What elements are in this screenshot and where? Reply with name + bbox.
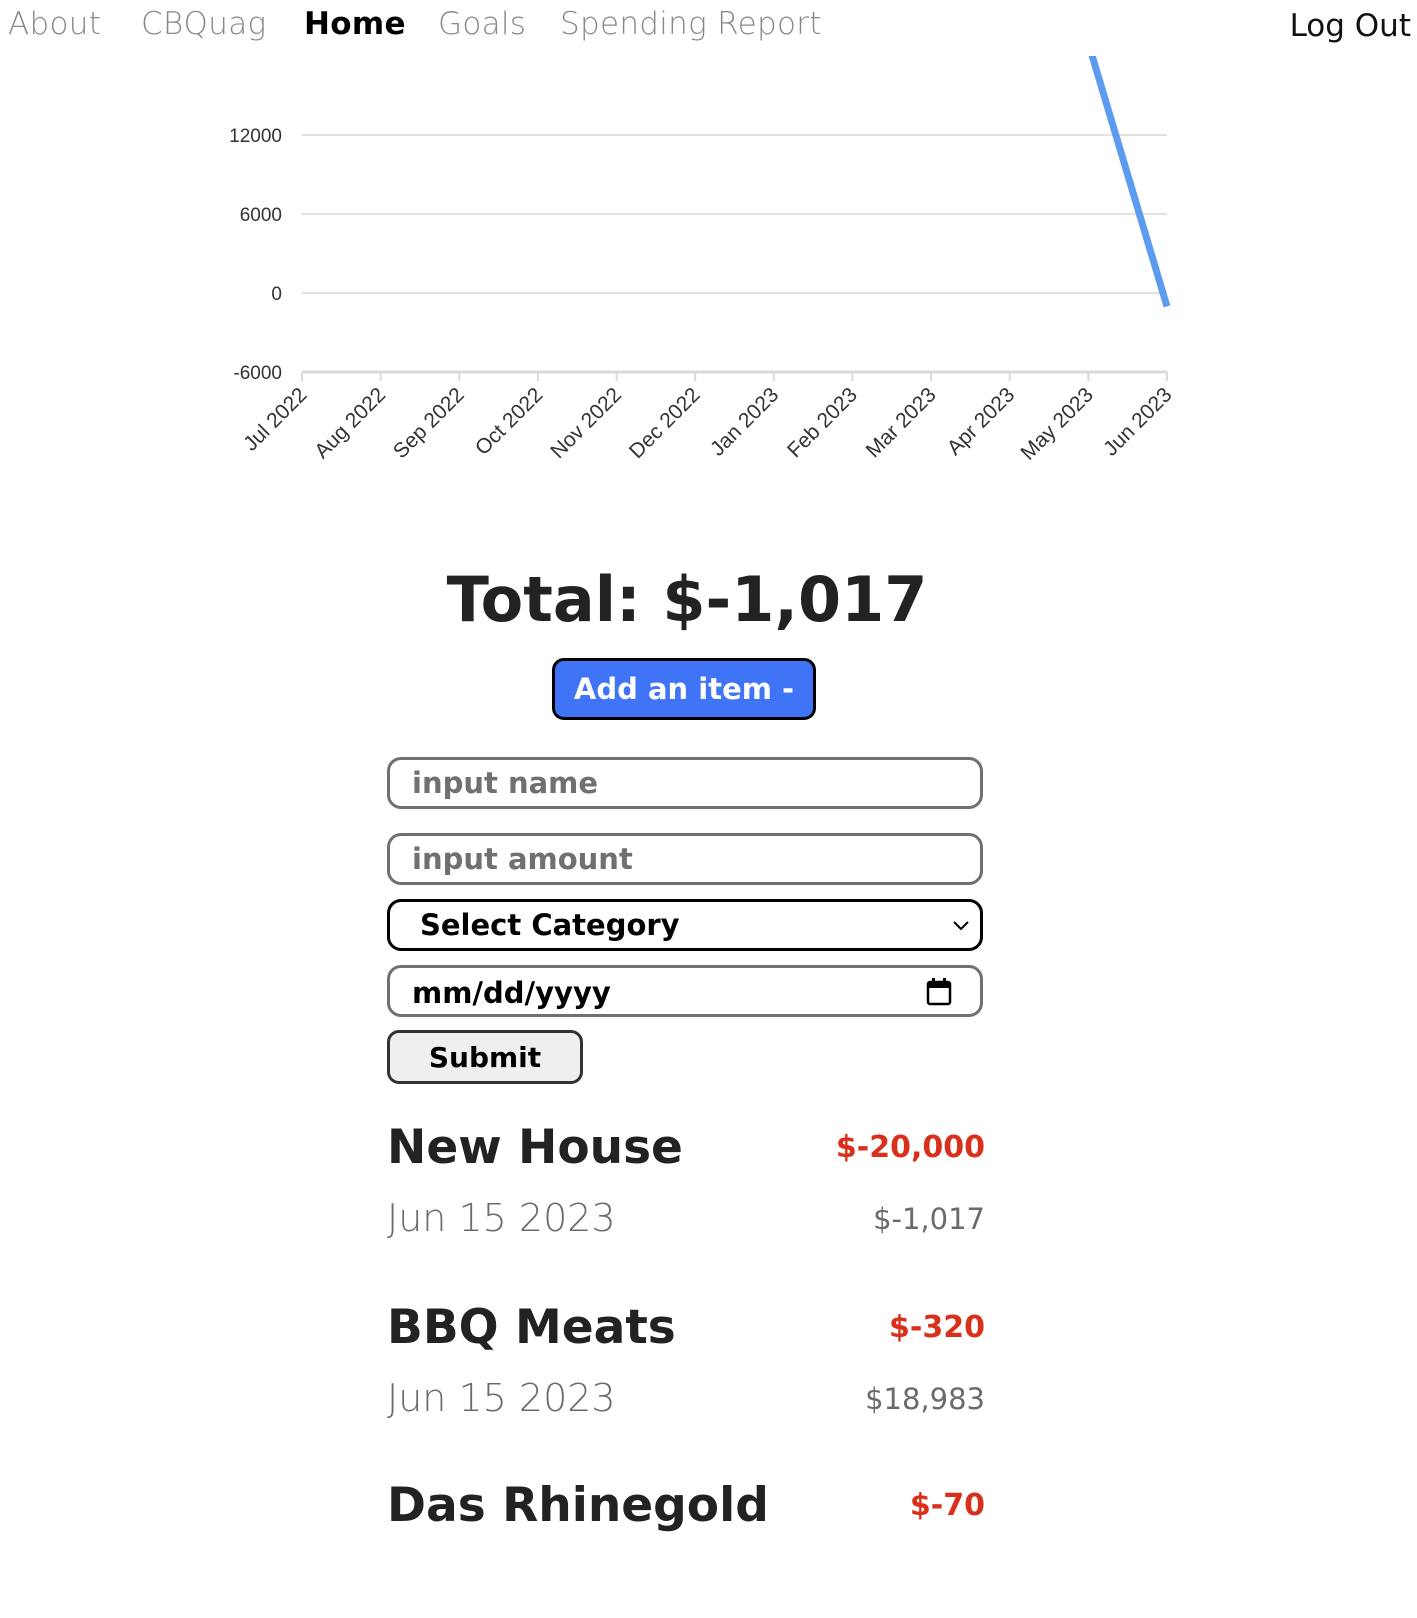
date-input-value: mm/dd/yyyy <box>412 976 611 1010</box>
transaction-item: BBQ Meats $-320 Jun 15 2023 $18,983 <box>387 1300 985 1440</box>
amount-input[interactable] <box>390 836 980 882</box>
submit-button[interactable]: Submit <box>387 1030 583 1084</box>
transaction-name: Das Rhinegold <box>387 1478 769 1533</box>
total-balance: Total: $-1,017 <box>446 563 928 636</box>
x-tick-label: Oct 2022 <box>471 383 548 460</box>
transaction-date: Jun 15 2023 <box>387 1376 616 1420</box>
date-field[interactable]: mm/dd/yyyy <box>387 965 983 1017</box>
name-input[interactable] <box>390 760 980 806</box>
transaction-item: New House $-20,000 Jun 15 2023 $-1,017 <box>387 1120 985 1260</box>
transaction-balance: $-1,017 <box>873 1202 985 1236</box>
transaction-date: Jun 15 2023 <box>387 1196 616 1240</box>
transaction-amount: $-70 <box>909 1488 985 1523</box>
transaction-item: Das Rhinegold $-70 <box>387 1478 985 1618</box>
x-tick-label: Jul 2022 <box>239 383 311 455</box>
y-tick-label: 0 <box>271 284 282 305</box>
x-tick-label: May 2023 <box>1016 383 1097 464</box>
logout-link[interactable]: Log Out <box>1290 8 1411 44</box>
y-tick-label: -6000 <box>233 363 282 384</box>
nav-link-spending-report[interactable]: Spending Report <box>560 6 822 42</box>
balance-chart: 12000 6000 0 -6000 Jul 2022Aug 2022Sep 2022… <box>229 56 1177 465</box>
x-tick-label: Sep 2022 <box>389 383 469 463</box>
calendar-icon[interactable] <box>926 978 952 1006</box>
category-select[interactable]: Select Category <box>387 899 983 951</box>
x-tick-label: Nov 2022 <box>546 383 626 463</box>
x-tick-label: Mar 2023 <box>862 383 941 462</box>
nav-link-goals[interactable]: Goals <box>438 6 526 42</box>
transaction-balance: $18,983 <box>865 1382 985 1416</box>
x-tick-label: Jan 2023 <box>706 383 783 460</box>
nav-link-about[interactable]: About <box>8 6 101 42</box>
x-tick-label: Aug 2022 <box>310 383 390 463</box>
nav-link-home[interactable]: Home <box>304 6 406 42</box>
chevron-down-icon <box>953 921 969 931</box>
add-item-button[interactable]: Add an item - <box>552 658 816 720</box>
nav-link-cbquag[interactable]: CBQuag <box>141 6 266 42</box>
y-tick-label: 6000 <box>240 205 282 226</box>
x-tick-label: Jun 2023 <box>1099 383 1176 460</box>
name-field[interactable] <box>387 757 983 809</box>
x-tick-label: Apr 2023 <box>943 383 1020 460</box>
transaction-amount: $-20,000 <box>835 1130 985 1165</box>
y-tick-label: 12000 <box>229 126 282 147</box>
transaction-name: New House <box>387 1120 683 1175</box>
transaction-amount: $-320 <box>889 1310 985 1345</box>
top-nav: About CBQuag Home Goals Spending Report … <box>0 0 1417 56</box>
category-select-value: Select Category <box>420 908 680 942</box>
amount-field[interactable] <box>387 833 983 885</box>
x-tick-label: Feb 2023 <box>783 383 862 462</box>
x-tick-label: Dec 2022 <box>625 383 705 463</box>
series-line <box>1088 56 1171 308</box>
transaction-name: BBQ Meats <box>387 1300 676 1355</box>
